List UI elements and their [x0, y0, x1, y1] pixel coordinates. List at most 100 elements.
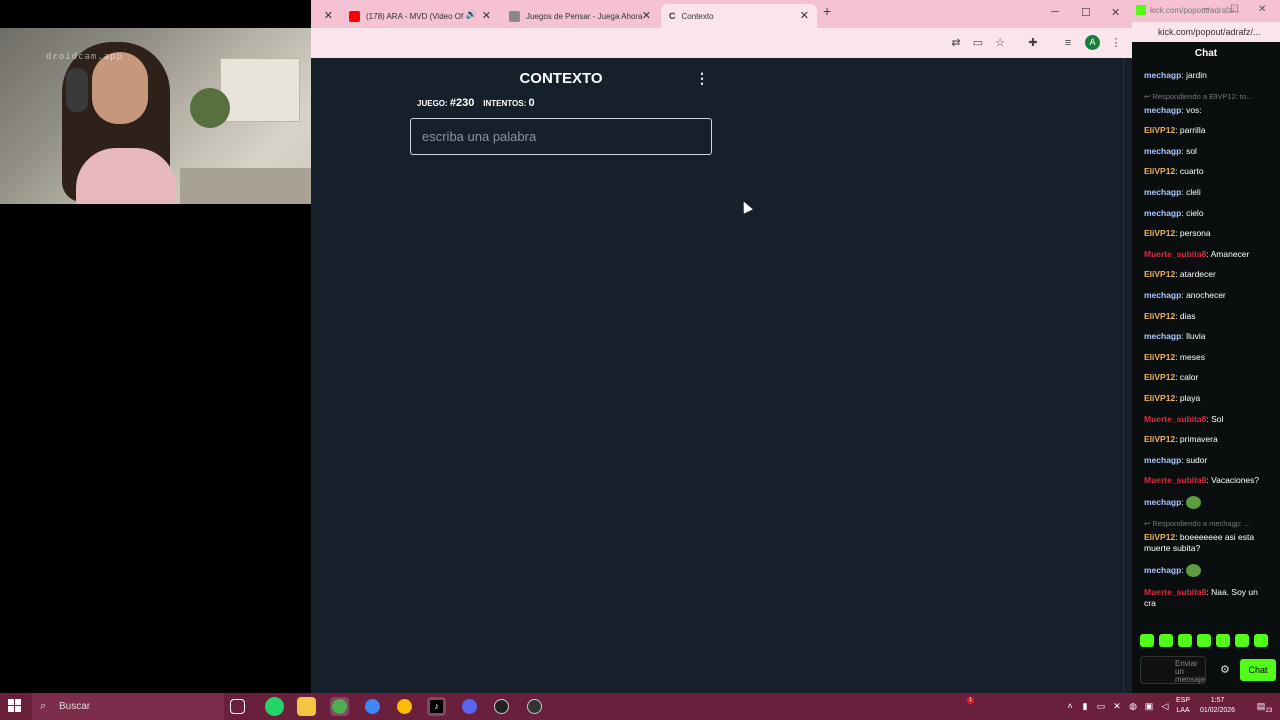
wifi-off-icon[interactable]: ✕: [1112, 701, 1122, 711]
chat-username[interactable]: EliVP12: [1144, 269, 1175, 279]
chat-username[interactable]: EliVP12: [1144, 434, 1175, 444]
chat-username[interactable]: mechagp: [1144, 208, 1181, 218]
tab-juegos[interactable]: Juegos de Pensar - Juega Ahora ✕: [501, 4, 659, 28]
cast-icon[interactable]: ▭: [971, 36, 985, 50]
page-scrollbar[interactable]: [1123, 58, 1132, 693]
network-icon[interactable]: ◍: [1128, 701, 1138, 711]
chat-reply-note: ↩ Respondiendo a EliVP12: to...: [1144, 91, 1272, 102]
new-tab-button[interactable]: +: [823, 3, 831, 19]
chat-message: EliVP12: dias: [1144, 311, 1272, 322]
chat-header: Chat: [1194, 48, 1218, 59]
chat-username[interactable]: Muerte_subita8: [1144, 587, 1206, 597]
chrome-icon[interactable]: [363, 697, 382, 716]
minimize-icon[interactable]: ─: [1051, 6, 1059, 18]
chat-send-button[interactable]: Chat: [1240, 659, 1276, 681]
tab-contexto[interactable]: C Contexto ✕: [661, 4, 817, 28]
notification-count: 23: [1265, 708, 1273, 714]
contexto-icon: C: [669, 11, 676, 21]
volume-icon[interactable]: ◁: [1160, 701, 1170, 711]
chat-username[interactable]: EliVP12: [1144, 372, 1175, 382]
close-window-icon[interactable]: ✕: [1111, 6, 1120, 19]
media-control-icon[interactable]: ≡: [1061, 36, 1075, 50]
person-body-shape: [76, 148, 176, 204]
emote-icon[interactable]: [1178, 634, 1192, 647]
maximize-icon[interactable]: ☐: [1230, 4, 1239, 15]
browser-menu-icon[interactable]: ⋮: [1109, 36, 1123, 50]
chat-text: jardin: [1186, 70, 1207, 80]
chat-username[interactable]: mechagp: [1144, 146, 1181, 156]
app-icon[interactable]: [525, 697, 544, 716]
mouse-cursor-icon: [739, 199, 753, 214]
mic-tray-icon[interactable]: ▮: [1080, 701, 1090, 711]
kick-logo-icon: [1136, 5, 1146, 15]
emote-icon: [1186, 495, 1202, 509]
emote-icon[interactable]: [1159, 634, 1173, 647]
chevron-up-icon[interactable]: ˄: [1065, 701, 1075, 711]
chat-username[interactable]: mechagp: [1144, 187, 1181, 197]
windows-taskbar: ⌕ Buscar ♪ 1 ˄ ▮ ▭ ✕ ◍ ▣ ◁ ESP LAA 1:57 …: [0, 693, 1280, 720]
chat-message-input[interactable]: Enviar un mensaje: [1140, 656, 1206, 684]
close-window-tab-button[interactable]: ✕: [311, 4, 341, 28]
language-region: LAA: [1176, 707, 1190, 714]
language-indicator[interactable]: ESP LAA: [1176, 696, 1190, 716]
chat-username[interactable]: mechagp: [1144, 565, 1181, 575]
chat-username[interactable]: mechagp: [1144, 105, 1181, 115]
speaker-icon[interactable]: 🔊: [466, 9, 477, 20]
chat-username[interactable]: EliVP12: [1144, 352, 1175, 362]
chat-username[interactable]: mechagp: [1144, 70, 1181, 80]
minimize-icon[interactable]: ─: [1202, 4, 1209, 15]
extensions-icon[interactable]: ✚: [1026, 36, 1040, 50]
close-icon[interactable]: ✕: [1258, 4, 1266, 15]
chat-username[interactable]: EliVP12: [1144, 125, 1175, 135]
chrome-active-icon[interactable]: [330, 697, 349, 716]
gear-icon[interactable]: ⚙: [1220, 663, 1230, 676]
clock[interactable]: 1:57 01/02/2026: [1200, 696, 1235, 716]
chat-username[interactable]: EliVP12: [1144, 228, 1175, 238]
bookmark-star-icon[interactable]: ☆: [993, 36, 1007, 50]
taskbar-search[interactable]: ⌕ Buscar: [32, 693, 224, 720]
whatsapp-icon[interactable]: [265, 697, 284, 716]
profile-avatar[interactable]: A: [1085, 35, 1100, 50]
task-view-icon[interactable]: [230, 699, 245, 714]
tiktok-icon[interactable]: ♪: [427, 697, 446, 716]
word-input[interactable]: [410, 118, 712, 155]
emote-icon[interactable]: [1140, 634, 1154, 647]
display-icon[interactable]: ▣: [1144, 701, 1154, 711]
discord-icon[interactable]: [460, 697, 479, 716]
kebab-menu-icon[interactable]: ⋮: [695, 70, 709, 87]
close-tab-icon[interactable]: ✕: [482, 9, 491, 22]
game-number: #230: [449, 97, 475, 109]
chat-username[interactable]: EliVP12: [1144, 166, 1175, 176]
chat-username[interactable]: mechagp: [1144, 290, 1181, 300]
chat-username[interactable]: EliVP12: [1144, 393, 1175, 403]
chat-username[interactable]: mechagp: [1144, 497, 1181, 507]
emote-icon[interactable]: [1197, 634, 1211, 647]
chat-url-bar[interactable]: kick.com/popout/adrafz/...: [1132, 22, 1280, 42]
obs-icon[interactable]: [492, 697, 511, 716]
tab-youtube[interactable]: (178) ARA - MVD (Video Of 🔊 ✕: [341, 4, 499, 28]
emote-icon[interactable]: [1254, 634, 1268, 647]
close-icon[interactable]: ✕: [324, 9, 333, 22]
chat-message: mechagp: anochecer: [1144, 290, 1272, 301]
file-explorer-icon[interactable]: [297, 697, 316, 716]
chat-username[interactable]: EliVP12: [1144, 532, 1175, 542]
emote-icon[interactable]: [1216, 634, 1230, 647]
close-tab-icon[interactable]: ✕: [642, 9, 651, 22]
plant-shape: [190, 88, 230, 128]
translate-icon[interactable]: ⇄: [949, 36, 963, 50]
language-code: ESP: [1176, 697, 1191, 704]
close-tab-icon[interactable]: ✕: [800, 9, 809, 22]
chat-text: calor: [1179, 372, 1199, 383]
chat-username[interactable]: mechagp: [1144, 331, 1181, 341]
chat-username[interactable]: Muerte_subita8: [1144, 249, 1206, 259]
chrome-icon[interactable]: [395, 697, 414, 716]
battery-icon[interactable]: ▭: [1096, 701, 1106, 711]
headset-shape: [66, 68, 88, 112]
maximize-icon[interactable]: ☐: [1081, 6, 1091, 19]
chat-username[interactable]: EliVP12: [1144, 311, 1175, 321]
chat-username[interactable]: mechagp: [1144, 455, 1181, 465]
emote-icon[interactable]: [1235, 634, 1249, 647]
chat-username[interactable]: Muerte_subita8: [1144, 414, 1206, 424]
chat-username[interactable]: Muerte_subita8: [1144, 475, 1206, 485]
start-button[interactable]: [8, 699, 22, 713]
